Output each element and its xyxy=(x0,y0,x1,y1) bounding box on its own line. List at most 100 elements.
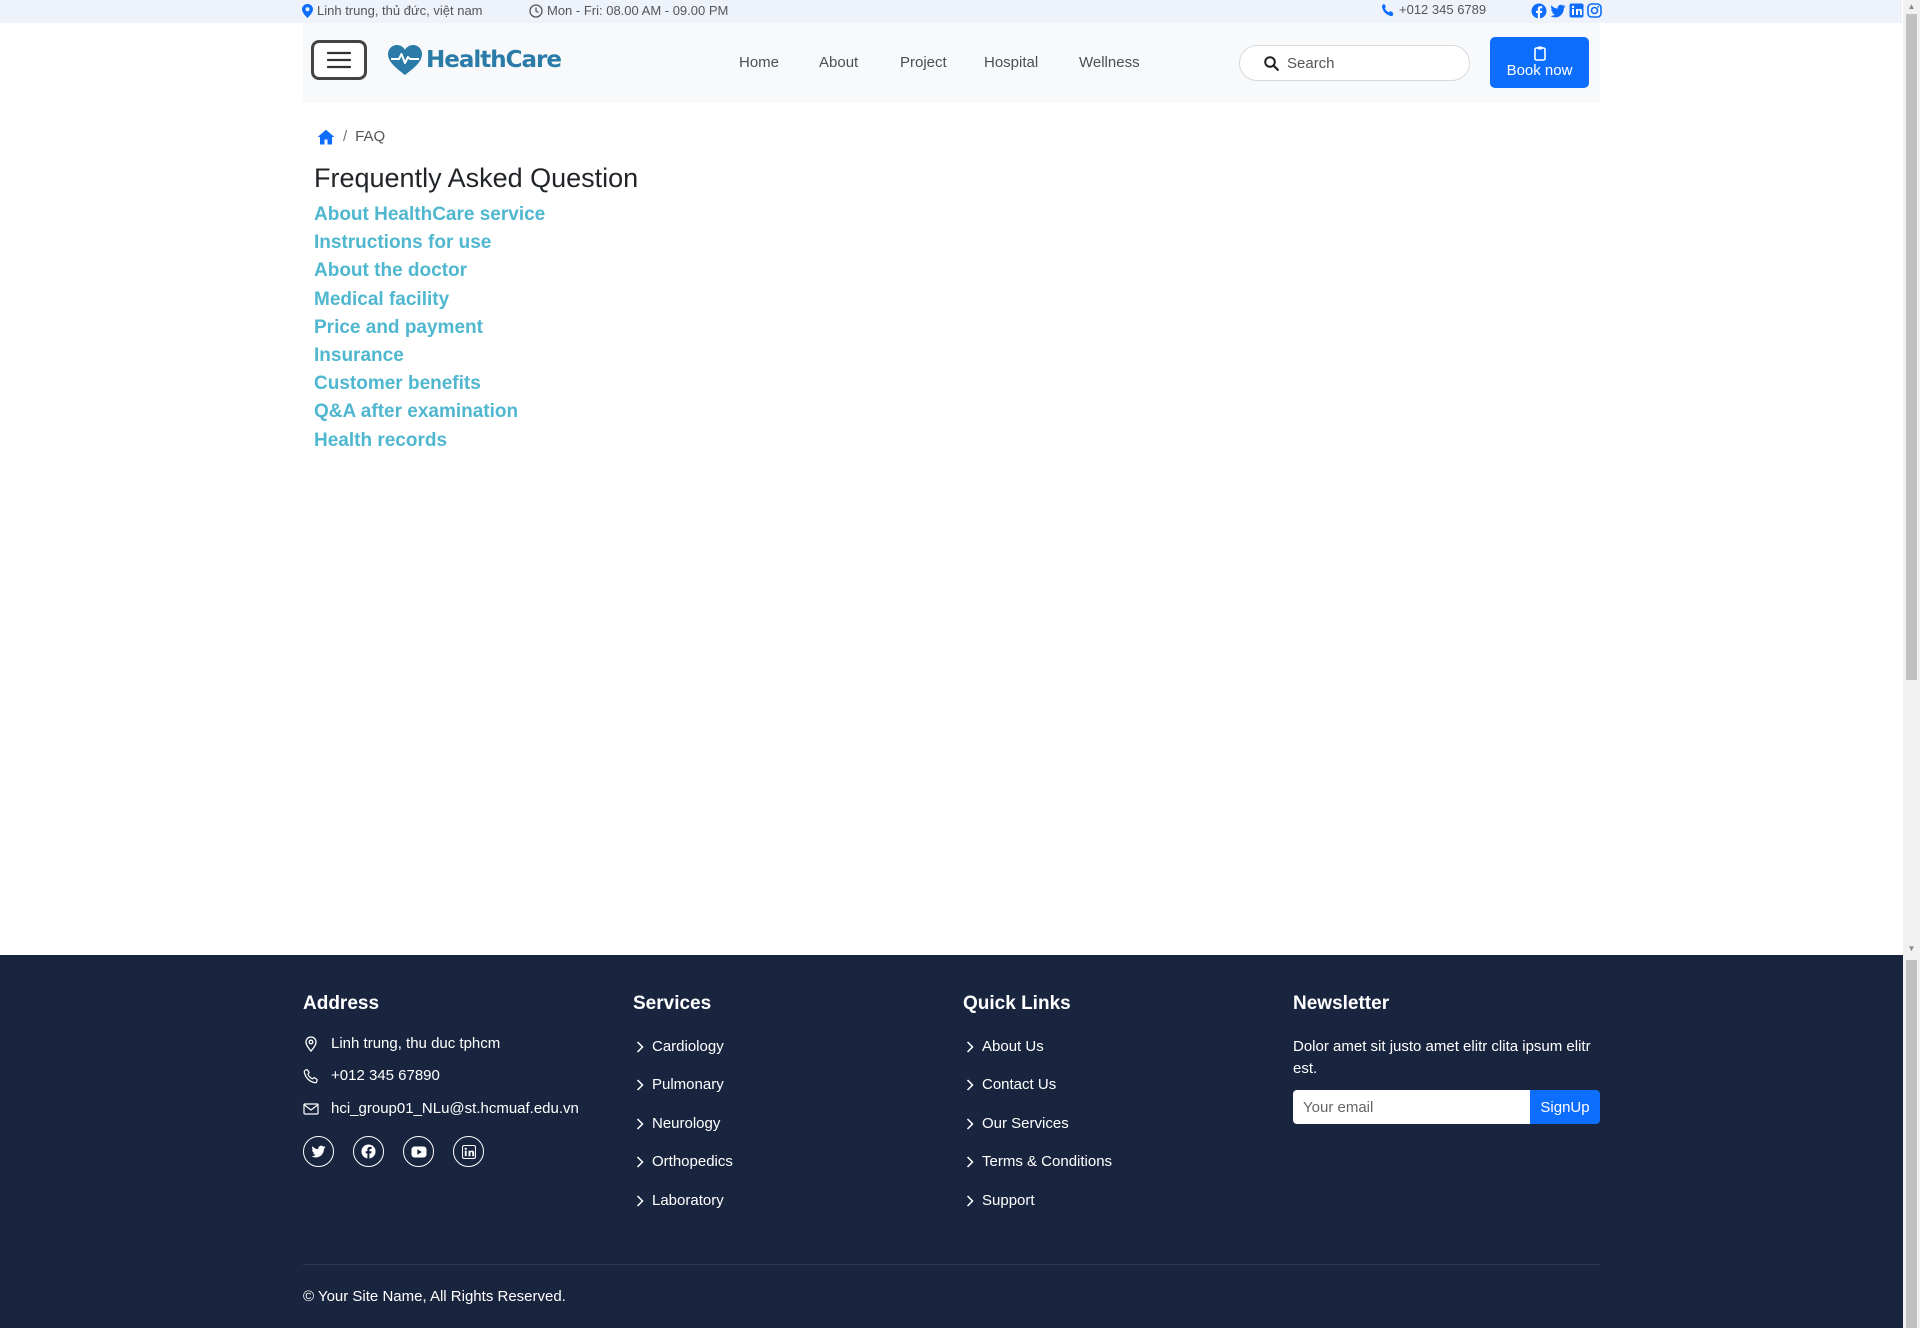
footer-phone[interactable]: +012 345 67890 xyxy=(303,1067,440,1084)
footer-phone-text: +012 345 67890 xyxy=(331,1067,440,1084)
breadcrumb-separator: / xyxy=(343,128,348,145)
faq-topic-link[interactable]: Medical facility xyxy=(314,289,545,317)
scroll-up-arrow[interactable]: ▲ xyxy=(1906,2,1917,12)
site-header: HealthCare Home About Project Hospital W… xyxy=(303,23,1600,103)
footer-quick-link[interactable]: Contact Us xyxy=(966,1076,1056,1093)
newsletter-signup-button[interactable]: SignUp xyxy=(1530,1090,1600,1124)
footer-address-heading: Address xyxy=(303,993,380,1014)
footer-service-link[interactable]: Pulmonary xyxy=(636,1076,724,1093)
instagram-icon[interactable] xyxy=(1587,3,1602,19)
nav-about[interactable]: About xyxy=(819,54,858,71)
footer-quick-link-label: Contact Us xyxy=(982,1076,1057,1093)
faq-topic-link[interactable]: Instructions for use xyxy=(314,232,545,260)
faq-topic-link[interactable]: About the doctor xyxy=(314,260,545,288)
nav-wellness[interactable]: Wellness xyxy=(1079,54,1140,71)
search-box xyxy=(1239,45,1470,81)
chevron-right-icon xyxy=(966,1194,974,1207)
nav-home[interactable]: Home xyxy=(739,54,779,71)
breadcrumb-current: FAQ xyxy=(355,128,386,145)
newsletter-form: SignUp xyxy=(1293,1090,1600,1124)
chevron-right-icon xyxy=(966,1078,974,1091)
footer-location: Linh trung, thu duc tphcm xyxy=(303,1035,500,1052)
page-title: Frequently Asked Question xyxy=(314,163,639,193)
footer-quick-links-column: Quick Links About Us Contact Us Our Serv… xyxy=(963,993,1243,1233)
chevron-right-icon xyxy=(966,1155,974,1168)
top-info-bar: Linh trung, thủ đức, việt nam Mon - Fri:… xyxy=(0,0,1902,23)
scrollbar-thumb[interactable] xyxy=(1906,14,1917,680)
chevron-right-icon xyxy=(636,1194,644,1207)
linkedin-icon xyxy=(461,1144,476,1159)
linkedin-icon[interactable] xyxy=(1569,3,1584,19)
footer-quick-link-label: About Us xyxy=(982,1038,1044,1055)
topbar-hours-text: Mon - Fri: 08.00 AM - 09.00 PM xyxy=(547,3,729,18)
clipboard-icon xyxy=(1533,46,1546,61)
nav-project[interactable]: Project xyxy=(900,54,947,71)
faq-topic-link[interactable]: About HealthCare service xyxy=(314,204,545,232)
footer-service-label: Cardiology xyxy=(652,1038,724,1055)
site-footer: Address Linh trung, thu duc tphcm +012 3… xyxy=(0,955,1903,1328)
chevron-right-icon xyxy=(636,1078,644,1091)
twitter-icon xyxy=(311,1145,326,1158)
footer-facebook-button[interactable] xyxy=(353,1136,384,1167)
envelope-icon xyxy=(303,1101,319,1117)
footer-service-link[interactable]: Cardiology xyxy=(636,1038,724,1055)
topbar-address-text: Linh trung, thủ đức, việt nam xyxy=(317,3,483,18)
footer-youtube-button[interactable] xyxy=(403,1136,434,1167)
footer-service-link[interactable]: Neurology xyxy=(636,1115,720,1132)
footer-email[interactable]: hci_group01_NLu@st.hcmuaf.edu.vn xyxy=(303,1100,579,1117)
footer-quick-link-label: Terms & Conditions xyxy=(982,1153,1113,1170)
footer-quick-link[interactable]: Support xyxy=(966,1192,1035,1209)
book-now-button[interactable]: Book now xyxy=(1490,37,1589,88)
chevron-right-icon xyxy=(966,1040,974,1053)
topbar-address: Linh trung, thủ đức, việt nam xyxy=(302,3,483,18)
topbar-social-links xyxy=(1531,3,1602,19)
faq-topic-link[interactable]: Customer benefits xyxy=(314,373,545,401)
phone-icon xyxy=(303,1068,319,1084)
topbar-hours: Mon - Fri: 08.00 AM - 09.00 PM xyxy=(529,3,728,18)
menu-toggle-button[interactable] xyxy=(311,40,367,80)
search-icon xyxy=(1264,55,1279,71)
site-logo[interactable]: HealthCare xyxy=(387,44,562,76)
newsletter-email-input[interactable] xyxy=(1293,1090,1530,1124)
twitter-icon[interactable] xyxy=(1550,3,1566,19)
footer-services-heading: Services xyxy=(633,993,712,1014)
footer-newsletter-column: Newsletter Dolor amet sit justo amet eli… xyxy=(1293,993,1603,1153)
footer-services-column: Services Cardiology Pulmonary Neurology … xyxy=(633,993,913,1233)
footer-twitter-button[interactable] xyxy=(303,1136,334,1167)
footer-quick-link[interactable]: Our Services xyxy=(966,1115,1069,1132)
scroll-down-arrow[interactable]: ▼ xyxy=(1906,944,1917,954)
heart-pulse-icon xyxy=(387,44,423,76)
nav-hospital[interactable]: Hospital xyxy=(984,54,1038,71)
phone-icon xyxy=(1381,3,1395,17)
faq-topic-list: About HealthCare service Instructions fo… xyxy=(314,204,545,458)
newsletter-description: Dolor amet sit justo amet elitr clita ip… xyxy=(1293,1038,1591,1077)
footer-quick-link-label: Our Services xyxy=(982,1115,1069,1132)
footer-quick-link[interactable]: About Us xyxy=(966,1038,1044,1055)
faq-topic-link[interactable]: Price and payment xyxy=(314,317,545,345)
search-input[interactable] xyxy=(1285,53,1459,73)
footer-service-link[interactable]: Orthopedics xyxy=(636,1153,733,1170)
footer-quick-link[interactable]: Terms & Conditions xyxy=(966,1153,1112,1170)
footer-service-label: Orthopedics xyxy=(652,1153,733,1170)
chevron-right-icon xyxy=(636,1040,644,1053)
faq-topic-link[interactable]: Q&A after examination xyxy=(314,401,545,429)
map-pin-icon xyxy=(302,3,313,18)
chevron-right-icon xyxy=(636,1155,644,1168)
scrollbar-thumb-lower[interactable] xyxy=(1906,960,1917,1328)
topbar-phone-text: +012 345 6789 xyxy=(1399,2,1487,17)
footer-email-text: hci_group01_NLu@st.hcmuaf.edu.vn xyxy=(331,1100,579,1117)
footer-location-text: Linh trung, thu duc tphcm xyxy=(331,1035,501,1052)
topbar-phone[interactable]: +012 345 6789 xyxy=(1381,2,1486,17)
footer-newsletter-heading: Newsletter xyxy=(1293,993,1390,1014)
youtube-icon xyxy=(411,1146,427,1158)
footer-linkedin-button[interactable] xyxy=(453,1136,484,1167)
home-icon[interactable] xyxy=(317,129,335,145)
footer-divider xyxy=(303,1264,1600,1265)
footer-social-links xyxy=(303,1136,484,1167)
chevron-right-icon xyxy=(966,1117,974,1130)
footer-service-link[interactable]: Laboratory xyxy=(636,1192,724,1209)
map-marker-icon xyxy=(303,1035,319,1052)
facebook-icon[interactable] xyxy=(1531,3,1547,19)
faq-topic-link[interactable]: Health records xyxy=(314,430,545,458)
faq-topic-link[interactable]: Insurance xyxy=(314,345,545,373)
